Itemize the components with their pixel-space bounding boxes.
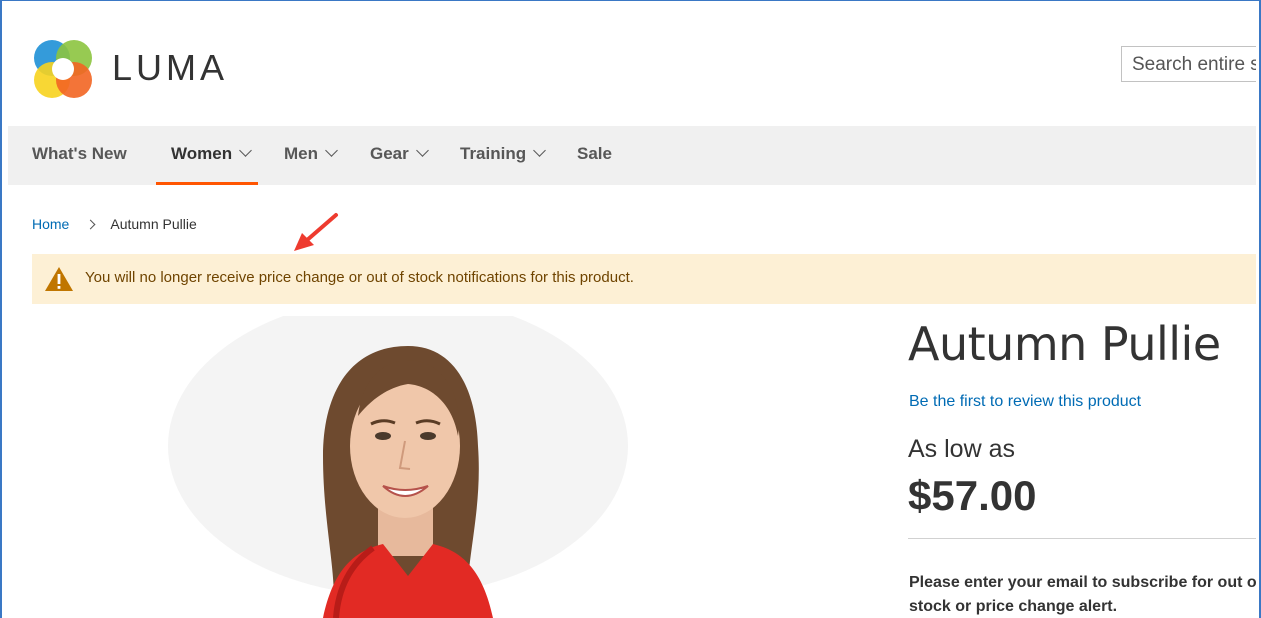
chevron-right-icon [85,219,96,230]
chevron-down-icon [239,144,252,157]
review-link[interactable]: Be the first to review this product [909,393,1141,411]
nav-item-men[interactable]: Men [284,126,338,185]
nav-label: Training [460,144,527,163]
nav-item-training[interactable]: Training [460,126,546,185]
nav-label: Men [284,144,318,163]
product-price: $57.00 [908,472,1037,519]
nav-item-whats-new[interactable]: What's New [32,126,127,185]
stock-alert-prompt: Please enter your email to subscribe for… [909,574,1256,615]
nav-label: What's New [32,144,127,163]
red-arrow-annotation-icon [294,213,338,251]
price-prefix: As low as [908,435,1015,463]
main-nav: What's New Women Men Gear Training Sale [8,126,1256,185]
warning-icon [45,267,73,291]
nav-item-women[interactable]: Women [171,126,252,185]
divider [908,538,1256,539]
chevron-down-icon [533,144,546,157]
page: LUMA Search entire store here... What's … [8,11,1256,618]
nav-label: Gear [370,144,409,163]
nav-item-sale[interactable]: Sale [577,126,612,185]
logo-text[interactable]: LUMA [112,47,228,89]
nav-item-gear[interactable]: Gear [370,126,429,185]
notice-message: You will no longer receive price change … [32,254,1256,304]
notice-text: You will no longer receive price change … [85,269,634,286]
breadcrumb-home-link[interactable]: Home [32,216,69,232]
breadcrumb: Home Autumn Pullie [32,216,197,232]
nav-label: Women [171,144,233,163]
nav-label: Sale [577,144,612,163]
chevron-down-icon [325,144,338,157]
search-input[interactable]: Search entire store here... [1121,46,1256,82]
chevron-down-icon [415,144,429,157]
product-title: Autumn Pullie [908,317,1221,371]
luma-logo-icon[interactable] [32,38,94,100]
product-image[interactable] [108,316,668,618]
breadcrumb-current: Autumn Pullie [110,216,197,232]
nav-active-indicator [156,182,258,185]
